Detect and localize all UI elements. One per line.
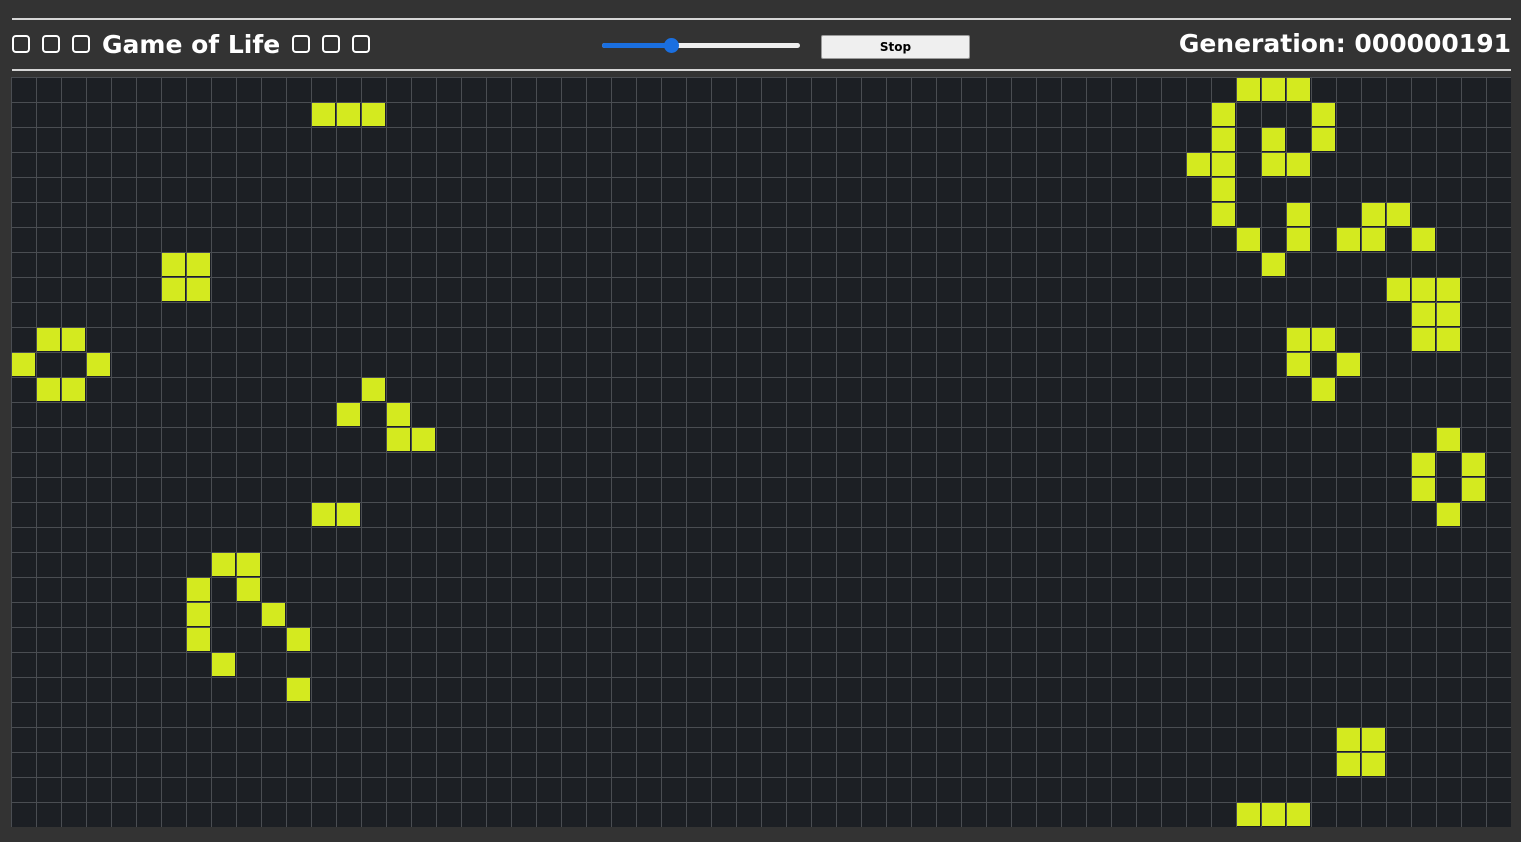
header-bottom-divider [12,69,1511,71]
live-cell[interactable] [337,503,360,526]
live-cell[interactable] [287,678,310,701]
live-cell[interactable] [1187,153,1210,176]
live-cell[interactable] [312,503,335,526]
generation-counter: Generation: 000000191 [1178,29,1511,58]
live-cell[interactable] [1312,128,1335,151]
live-cell[interactable] [1337,753,1360,776]
live-cell[interactable] [1362,753,1385,776]
live-cell[interactable] [1312,103,1335,126]
live-cell[interactable] [1337,228,1360,251]
live-cell[interactable] [387,403,410,426]
live-cell[interactable] [362,378,385,401]
live-cell[interactable] [1212,128,1235,151]
live-cell[interactable] [1287,78,1310,101]
live-cell[interactable] [1362,203,1385,226]
live-cell[interactable] [1362,728,1385,751]
live-cell[interactable] [162,253,185,276]
live-cell[interactable] [1462,453,1485,476]
speed-slider[interactable] [602,37,800,55]
live-cell[interactable] [1437,278,1460,301]
live-cell[interactable] [1412,478,1435,501]
live-cell[interactable] [262,603,285,626]
live-cell[interactable] [1412,303,1435,326]
live-cell[interactable] [1412,328,1435,351]
speed-slider-track[interactable] [602,43,800,48]
live-cell[interactable] [1412,228,1435,251]
live-cell[interactable] [312,103,335,126]
live-cell[interactable] [237,553,260,576]
live-cell[interactable] [337,403,360,426]
page-title: Game of Life [12,29,371,59]
square-glyph-icon [292,35,311,53]
live-cell[interactable] [337,103,360,126]
live-cell[interactable] [1287,328,1310,351]
live-cell[interactable] [287,628,310,651]
live-cell[interactable] [1262,78,1285,101]
live-cell[interactable] [12,353,35,376]
live-cell[interactable] [1437,328,1460,351]
live-cell[interactable] [1337,728,1360,751]
live-cell[interactable] [387,428,410,451]
live-cell[interactable] [1412,453,1435,476]
live-cell[interactable] [1387,278,1410,301]
live-cell[interactable] [187,578,210,601]
live-cell[interactable] [187,253,210,276]
live-cell[interactable] [1362,228,1385,251]
live-cell[interactable] [62,378,85,401]
live-cell[interactable] [1337,353,1360,376]
live-cell[interactable] [1212,153,1235,176]
live-cell[interactable] [1287,228,1310,251]
live-cell[interactable] [37,378,60,401]
live-cell[interactable] [1237,228,1260,251]
live-cell[interactable] [187,603,210,626]
live-cell[interactable] [412,428,435,451]
live-cell[interactable] [1262,803,1285,826]
live-cell[interactable] [1437,503,1460,526]
live-cell[interactable] [187,278,210,301]
live-cell[interactable] [162,278,185,301]
header-bar: Game of Life Stop Generation: 000000191 [12,20,1511,69]
live-cell[interactable] [362,103,385,126]
live-cell[interactable] [37,328,60,351]
live-cell[interactable] [1212,178,1235,201]
live-cell[interactable] [1437,428,1460,451]
live-cell[interactable] [1287,353,1310,376]
square-glyph-icon [322,35,341,53]
live-cell[interactable] [1462,478,1485,501]
live-cell[interactable] [1262,153,1285,176]
live-cell[interactable] [1387,203,1410,226]
live-cell[interactable] [1262,128,1285,151]
game-of-life-app: Game of Life Stop Generation: 000000191 [0,0,1521,842]
page-title-text: Game of Life [102,29,281,59]
square-glyph-icon [72,35,90,53]
live-cell[interactable] [237,578,260,601]
speed-slider-fill [602,43,671,48]
live-cell[interactable] [212,553,235,576]
live-cell[interactable] [1212,103,1235,126]
live-cell[interactable] [187,628,210,651]
square-glyph-icon [42,35,60,53]
live-cell[interactable] [1287,203,1310,226]
live-cell[interactable] [62,328,85,351]
live-cell[interactable] [1312,378,1335,401]
live-cell[interactable] [212,653,235,676]
live-cell[interactable] [1437,303,1460,326]
life-grid[interactable] [11,77,1511,827]
live-cell[interactable] [1212,203,1235,226]
live-cell[interactable] [1412,278,1435,301]
live-cell[interactable] [1237,78,1260,101]
square-glyph-icon [12,35,30,53]
square-glyph-icon [352,35,371,53]
live-cell[interactable] [1287,153,1310,176]
live-cell[interactable] [1312,328,1335,351]
stop-button[interactable]: Stop [821,35,970,59]
live-cell[interactable] [1237,803,1260,826]
live-cell[interactable] [87,353,110,376]
speed-slider-thumb[interactable] [664,38,679,53]
live-cell[interactable] [1262,253,1285,276]
live-cell[interactable] [1287,803,1310,826]
